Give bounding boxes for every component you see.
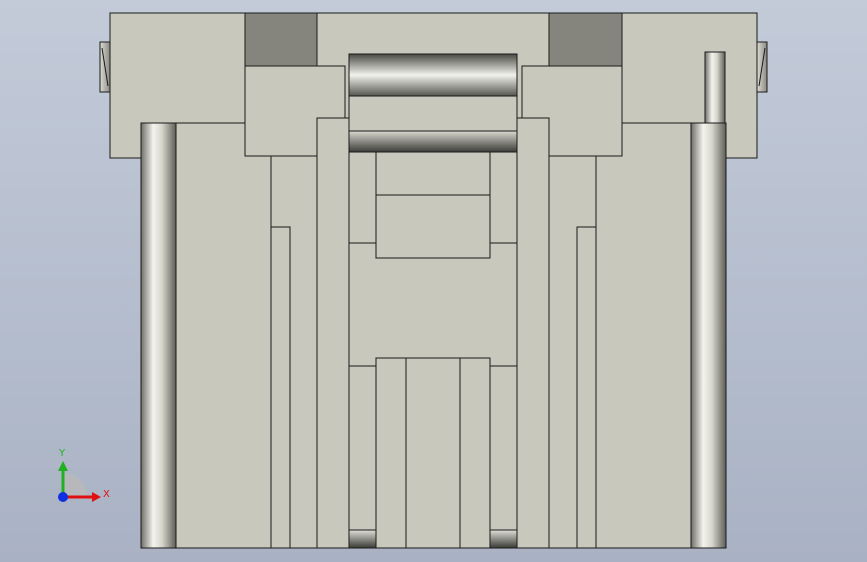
x-axis-arrow bbox=[92, 492, 101, 502]
left-center-wall bbox=[316, 117, 350, 549]
triad-arc bbox=[63, 473, 87, 497]
top-roller bbox=[348, 53, 518, 97]
center-block bbox=[375, 151, 491, 259]
bottom-roller bbox=[348, 130, 518, 153]
right-foot bbox=[489, 529, 518, 549]
right-side-clip bbox=[756, 41, 768, 93]
lower-right-rail bbox=[489, 365, 518, 549]
left-foot bbox=[348, 529, 377, 549]
right-short-rod bbox=[704, 51, 726, 124]
left-guide-rod bbox=[140, 122, 177, 549]
lower-slide-block bbox=[375, 357, 491, 549]
cad-viewport[interactable]: X Y bbox=[0, 0, 867, 562]
middle-plate bbox=[348, 95, 518, 132]
orientation-triad: X Y bbox=[58, 448, 110, 502]
z-axis-dot bbox=[58, 492, 68, 502]
left-dark-pad bbox=[244, 12, 318, 67]
left-side-clip bbox=[99, 41, 111, 93]
x-axis-label: X bbox=[103, 489, 110, 500]
y-axis-label: Y bbox=[58, 448, 66, 459]
right-center-wall bbox=[516, 117, 550, 549]
part-drawing bbox=[99, 12, 768, 549]
right-dark-pad bbox=[548, 12, 623, 67]
right-guide-rod bbox=[690, 122, 727, 549]
lower-left-rail bbox=[348, 365, 377, 549]
right-inner-strip bbox=[576, 226, 597, 549]
y-axis-arrow bbox=[58, 461, 68, 471]
left-inner-strip bbox=[270, 226, 291, 549]
